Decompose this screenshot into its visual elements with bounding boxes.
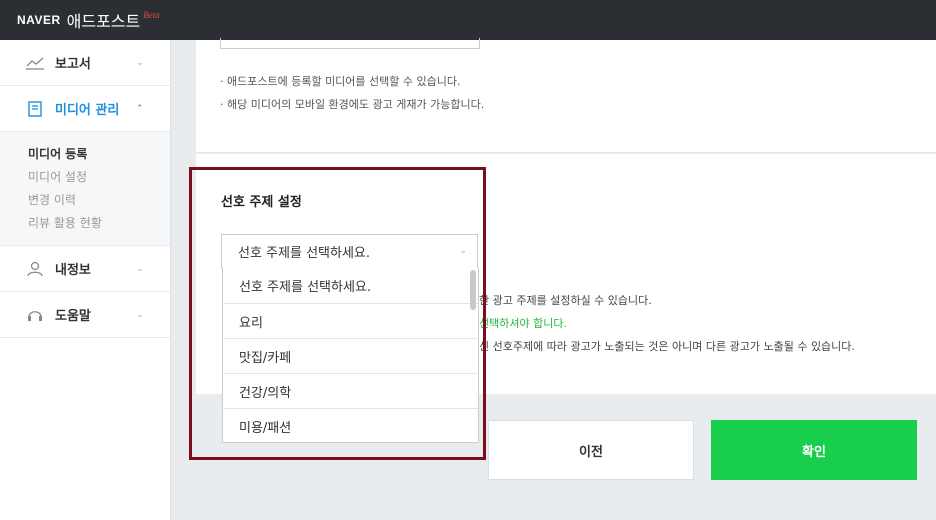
sidebar-item-label: 도움말	[55, 309, 91, 324]
media-select-panel: · 애드포스트에 등록할 미디어를 선택할 수 있습니다. · 해당 미디어의 …	[196, 38, 936, 153]
dropdown-option[interactable]: 건강/의학	[223, 373, 478, 408]
sidebar: 보고서 ⌄ 미디어 관리 ⌃ 미디어 등록 미디어 설정 변경 이력 리뷰 활용…	[0, 40, 171, 520]
sidebar-item-label: 미디어 관리	[55, 103, 120, 118]
document-icon	[26, 100, 44, 118]
topic-section-title: 선호 주제 설정	[221, 195, 302, 210]
submenu-item-media-register[interactable]: 미디어 등록	[28, 143, 170, 166]
app-name[interactable]: 애드포스트	[67, 8, 141, 32]
submenu-item-review-usage[interactable]: 리뷰 활용 현황	[28, 212, 170, 235]
topic-select[interactable]: 선호 주제를 선택하세요. ⌄	[221, 234, 478, 269]
dropdown-option[interactable]: 미용/패션	[223, 408, 478, 442]
topic-info-line: 한 광고 주제를 설정하실 수 있습니다.	[479, 294, 652, 307]
media-select-field[interactable]	[220, 38, 480, 49]
naver-logo[interactable]: NAVER	[17, 13, 61, 27]
chevron-down-icon: ⌄	[136, 57, 144, 68]
sidebar-item-media-management[interactable]: 미디어 관리 ⌃	[0, 86, 170, 132]
sidebar-item-help[interactable]: 도움말 ⌄	[0, 292, 170, 338]
confirm-button[interactable]: 확인	[711, 420, 917, 480]
chevron-up-icon: ⌃	[136, 103, 144, 114]
submenu-item-media-settings[interactable]: 미디어 설정	[28, 166, 170, 189]
topic-select-value: 선호 주제를 선택하세요.	[238, 246, 370, 261]
chevron-down-icon: ⌄	[459, 246, 467, 256]
chevron-down-icon: ⌄	[136, 263, 144, 274]
media-note: · 애드포스트에 등록할 미디어를 선택할 수 있습니다.	[220, 75, 461, 88]
sidebar-item-my-info[interactable]: 내정보 ⌄	[0, 246, 170, 292]
sidebar-item-label: 보고서	[55, 57, 91, 72]
media-note: · 해당 미디어의 모바일 환경에도 광고 게재가 가능합니다.	[220, 98, 485, 111]
beta-badge: Beta	[143, 10, 160, 20]
topic-info-line: 선택하셔야 합니다.	[479, 315, 567, 331]
sidebar-item-label: 내정보	[55, 263, 91, 278]
dropdown-option[interactable]: 맛집/카페	[223, 338, 478, 373]
chevron-down-icon: ⌄	[136, 309, 144, 320]
dropdown-option[interactable]: 선호 주제를 선택하세요.	[223, 268, 478, 303]
person-icon	[26, 260, 44, 278]
dropdown-scrollbar[interactable]	[470, 270, 476, 310]
media-submenu: 미디어 등록 미디어 설정 변경 이력 리뷰 활용 현황	[0, 132, 170, 246]
top-bar: NAVER 애드포스트 Beta	[0, 0, 936, 40]
prev-button[interactable]: 이전	[488, 420, 694, 480]
dropdown-option[interactable]: 요리	[223, 303, 478, 338]
topic-info-line: 신 선호주제에 따라 광고가 노출되는 것은 아니며 다른 광고가 노출될 수 …	[479, 340, 855, 353]
line-chart-icon	[26, 54, 44, 72]
sidebar-item-reports[interactable]: 보고서 ⌄	[0, 40, 170, 86]
submenu-item-change-history[interactable]: 변경 이력	[28, 189, 170, 212]
topic-dropdown-list[interactable]: 선호 주제를 선택하세요. 요리 맛집/카페 건강/의학 미용/패션	[222, 268, 479, 443]
topic-info-highlight: 선택하셔야 합니다.	[479, 317, 567, 330]
headset-icon	[26, 306, 44, 324]
